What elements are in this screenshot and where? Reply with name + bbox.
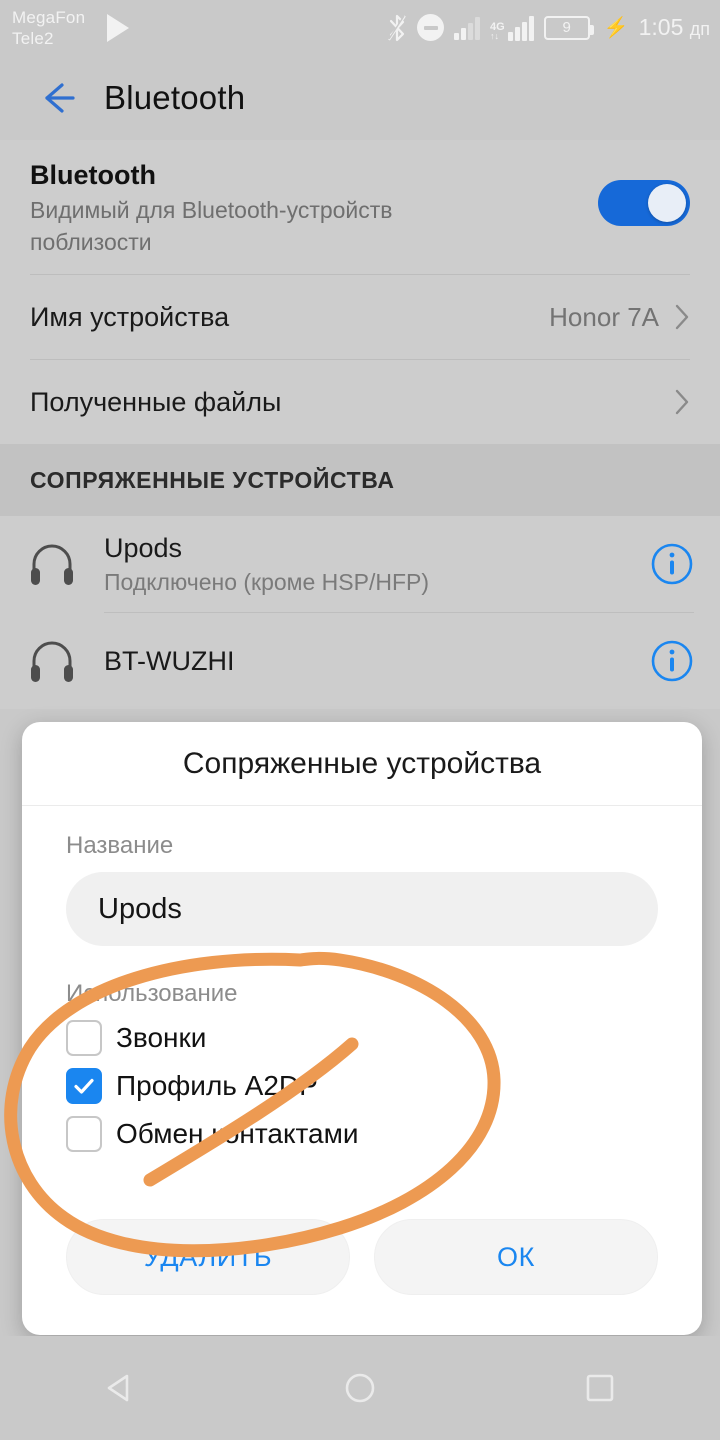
back-triangle-icon	[107, 1374, 129, 1402]
device-name: Upods	[104, 533, 183, 563]
device-state: Подключено (кроме HSP/HFP)	[104, 569, 430, 595]
received-files-row[interactable]: Полученные файлы	[0, 360, 720, 444]
status-bar: MegaFon Tele2 4G ↑↓ 9 ⚡ 1:05 дп	[0, 0, 720, 55]
bluetooth-switch[interactable]	[598, 180, 690, 226]
usage-label: Использование	[66, 980, 238, 1007]
paired-device-row-1[interactable]: BT-WUZHI	[0, 613, 720, 709]
device-name-label: Имя устройства	[30, 301, 230, 332]
device-name-value: Honor 7A	[549, 301, 659, 332]
bluetooth-toggle-row[interactable]: Bluetooth Видимый для Bluetooth-устройст…	[0, 140, 720, 274]
nav-back-button[interactable]	[60, 1353, 180, 1423]
device-name: BT-WUZHI	[104, 646, 235, 676]
check-icon	[74, 1078, 94, 1094]
play-icon	[107, 13, 130, 42]
status-icons: 4G ↑↓ 9 ⚡ 1:05 дп	[387, 14, 710, 42]
checkbox-row-a2dp[interactable]: Профиль A2DP	[66, 1062, 658, 1110]
action-bar: Bluetooth	[0, 55, 720, 140]
name-field-label: Название	[66, 832, 174, 859]
signal-4g-icon: 4G ↑↓	[490, 15, 534, 41]
nav-home-button[interactable]	[300, 1353, 420, 1423]
do-not-disturb-icon	[417, 14, 444, 41]
ok-button[interactable]: ОК	[374, 1219, 658, 1295]
navigation-bar	[0, 1336, 720, 1440]
charging-bolt-icon: ⚡	[603, 16, 629, 39]
dialog-title: Сопряженные устройства	[22, 722, 702, 806]
settings-list: Bluetooth Видимый для Bluetooth-устройст…	[0, 140, 720, 709]
contacts-checkbox[interactable]	[66, 1116, 102, 1152]
device-name-row[interactable]: Имя устройства Honor 7A	[0, 275, 720, 359]
calls-label: Звонки	[116, 1022, 207, 1053]
a2dp-checkbox[interactable]	[66, 1068, 102, 1104]
received-files-label: Полученные файлы	[30, 386, 282, 417]
dialog-body: Название Upods Использование Звонки Проф…	[22, 806, 702, 1201]
name-input[interactable]: Upods	[66, 872, 658, 946]
checkbox-row-calls[interactable]: Звонки	[66, 1014, 658, 1062]
chevron-right-icon	[675, 304, 689, 330]
headphones-icon	[31, 544, 73, 585]
battery-icon: 9	[543, 15, 594, 40]
bluetooth-title: Bluetooth	[30, 160, 156, 190]
nav-recents-button[interactable]	[540, 1353, 660, 1423]
a2dp-label: Профиль A2DP	[116, 1070, 318, 1101]
delete-button[interactable]: УДАЛИТЬ	[66, 1219, 350, 1295]
chevron-right-icon	[675, 389, 689, 415]
calls-checkbox[interactable]	[66, 1020, 102, 1056]
paired-device-dialog: Сопряженные устройства Название Upods Ис…	[22, 722, 702, 1335]
clock: 1:05 дп	[638, 14, 710, 40]
signal-bars-icon	[454, 16, 480, 40]
paired-device-row-0[interactable]: Upods Подключено (кроме HSP/HFP)	[0, 516, 720, 612]
bluetooth-subtitle: Видимый для Bluetooth-устройств поблизос…	[30, 197, 393, 255]
info-icon[interactable]	[650, 542, 694, 586]
dialog-actions: УДАЛИТЬ ОК	[22, 1201, 702, 1335]
paired-devices-section-header: СОПРЯЖЕННЫЕ УСТРОЙСТВА	[0, 444, 720, 516]
headphones-icon	[31, 641, 73, 682]
carrier-label: MegaFon Tele2	[12, 7, 86, 48]
home-circle-icon	[345, 1373, 375, 1403]
switch-knob	[648, 184, 686, 222]
back-arrow-icon[interactable]	[34, 76, 78, 120]
recents-square-icon	[586, 1374, 614, 1402]
page-title: Bluetooth	[104, 78, 246, 116]
checkbox-row-contacts[interactable]: Обмен контактами	[66, 1110, 658, 1158]
section-header-label: СОПРЯЖЕННЫЕ УСТРОЙСТВА	[30, 466, 395, 493]
battery-level: 9	[562, 19, 571, 36]
info-icon[interactable]	[650, 639, 694, 683]
bluetooth-icon	[388, 14, 406, 41]
contacts-label: Обмен контактами	[116, 1118, 359, 1149]
